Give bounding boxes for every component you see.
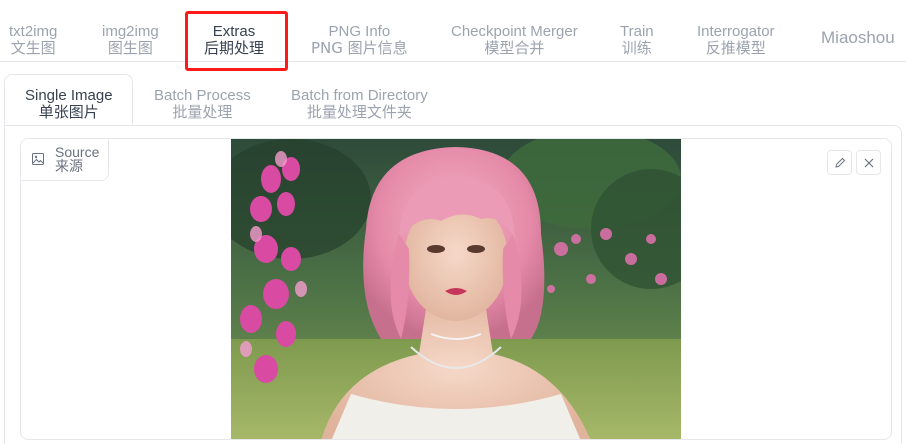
tab-miaoshou[interactable]: Miaoshou [821,28,895,47]
image-icon [32,153,44,165]
tab-single-image[interactable]: Single Image 单张图片 [25,87,113,121]
edit-button[interactable] [827,150,852,175]
source-label: Source 来源 [21,139,109,181]
tab-label-en: Interrogator [697,23,775,40]
tab-label-zh: 图生图 [107,39,153,57]
tab-label-en: Miaoshou [821,28,895,47]
tab-label-en: txt2img [9,23,58,40]
close-icon [864,158,873,167]
tab-batch-process[interactable]: Batch Process 批量处理 [154,87,251,121]
extras-sub-tab-bar: Single Image 单张图片 Batch Process 批量处理 Bat… [4,74,902,126]
tab-label-en: img2img [102,23,159,40]
tab-label-zh: 批量处理文件夹 [306,103,412,121]
tab-label-zh: 反推模型 [705,39,766,57]
clear-button[interactable] [856,150,881,175]
tab-batch-from-directory[interactable]: Batch from Directory 批量处理文件夹 [291,87,428,121]
tab-checkpoint-merger[interactable]: Checkpoint Merger 模型合并 [451,23,578,57]
tab-label-zh: 文生图 [10,39,56,57]
source-label-zh: 来源 [55,159,83,175]
tab-label-en: Batch Process [154,87,251,104]
source-image-input[interactable]: Source 来源 [20,138,892,440]
source-label-en: Source [55,144,100,160]
tab-label-zh: 训练 [621,39,652,57]
tab-label-en: Extras [212,23,256,40]
tab-label-en: Batch from Directory [291,87,428,104]
tab-train[interactable]: Train 训练 [620,23,654,57]
tab-extras[interactable]: Extras 后期处理 [204,23,265,57]
tab-label-zh: 模型合并 [484,39,545,57]
tab-label-zh: 单张图片 [38,103,99,121]
main-tab-bar: txt2img 文生图 img2img 图生图 Extras 后期处理 PNG … [0,0,906,62]
tab-label-en: Single Image [25,87,113,104]
tab-label-zh: 后期处理 [204,39,265,57]
tab-interrogator[interactable]: Interrogator 反推模型 [697,23,775,57]
tab-label-zh: 批量处理 [172,103,233,121]
tab-label-en: PNG Info [328,23,391,40]
tab-label-en: Checkpoint Merger [451,23,578,40]
tab-txt2img[interactable]: txt2img 文生图 [9,23,58,57]
pencil-icon [834,157,845,168]
uploaded-image [231,139,681,439]
tab-label-en: Train [620,23,654,40]
tab-img2img[interactable]: img2img 图生图 [102,23,159,57]
tab-label-zh: PNG 图片信息 [311,39,408,57]
tab-png-info[interactable]: PNG Info PNG 图片信息 [311,23,408,57]
